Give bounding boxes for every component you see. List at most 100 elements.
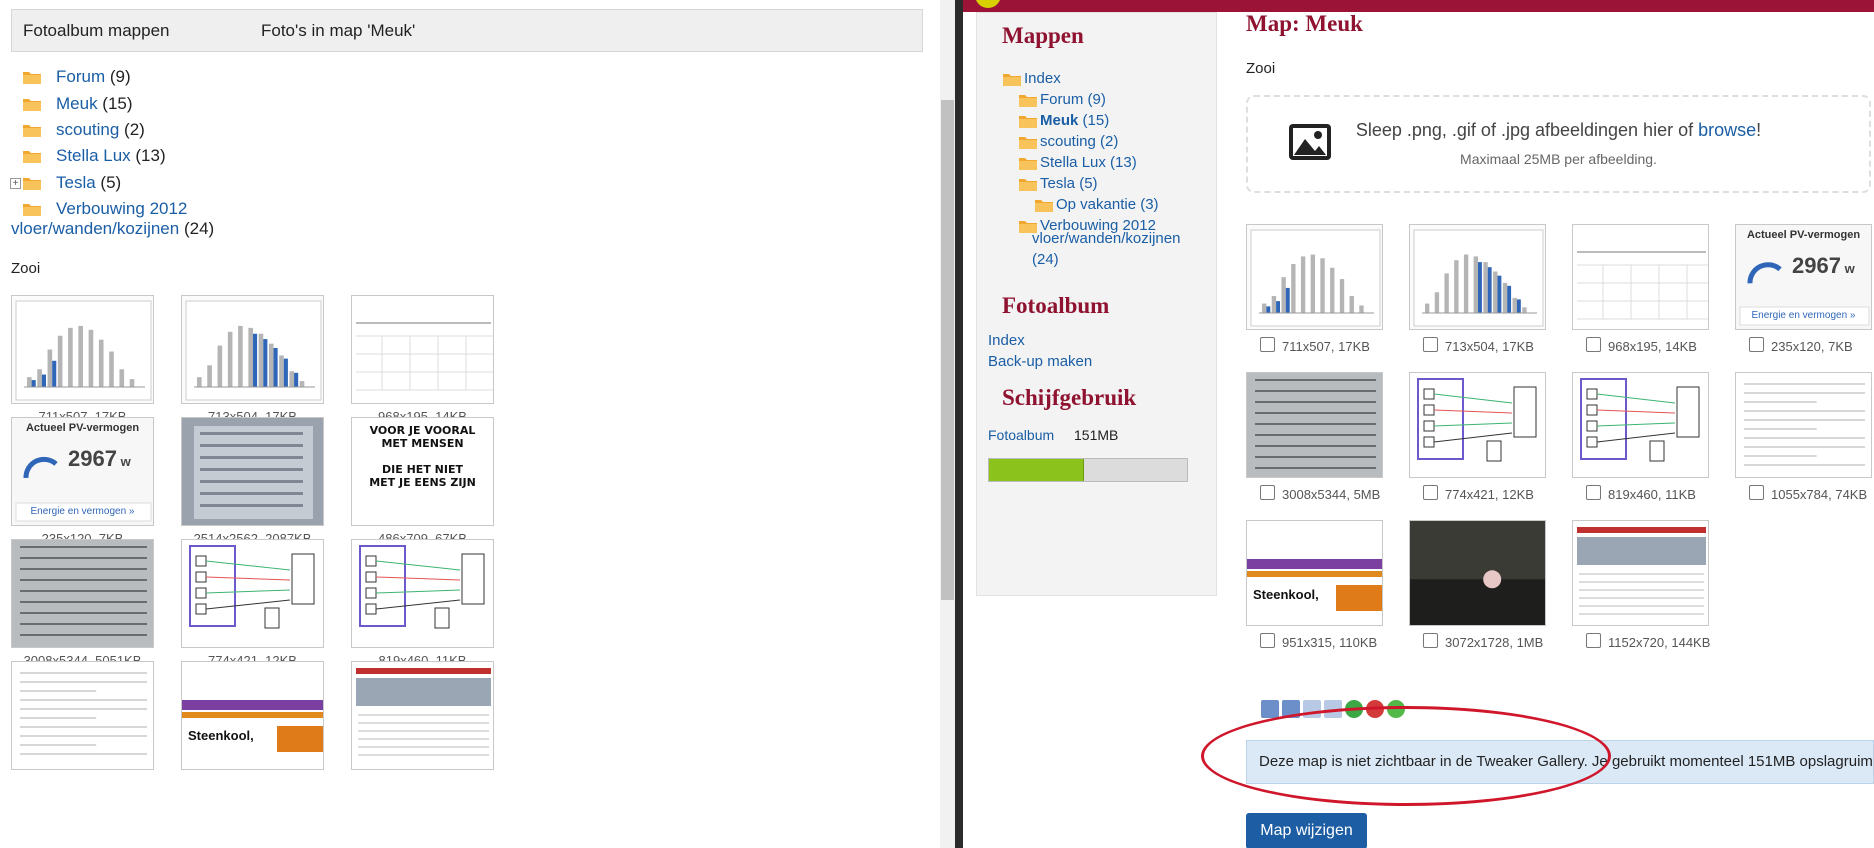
photo-select-checkbox[interactable] xyxy=(1260,485,1275,500)
left-header: Fotoalbum mappen Foto's in map 'Meuk' xyxy=(11,9,923,52)
sidebar-item-index[interactable]: Index xyxy=(1024,70,1061,87)
browse-link[interactable]: browse xyxy=(1698,120,1756,140)
folder-wrap-line[interactable]: vloer/wanden/kozijnen (24) xyxy=(11,219,214,241)
folder-icon xyxy=(1018,176,1038,197)
folder-link[interactable]: Verbouwing 2012 xyxy=(56,199,187,218)
folder-count: (2) xyxy=(119,120,145,139)
thumbnail-caption: 1055x784, 74KB xyxy=(1771,487,1868,502)
thumb-pv-title: Actueel PV-vermogen xyxy=(25,422,140,434)
sidebar-link-backup[interactable]: Back-up maken xyxy=(988,353,1092,370)
photo-thumbnail[interactable] xyxy=(1409,372,1546,478)
photo-thumbnail[interactable]: Actueel PV-vermogen 2967 w Energie en verm… xyxy=(1735,224,1872,330)
edit-folder-button[interactable]: Map wijzigen xyxy=(1246,813,1367,848)
scrollbar-thumb[interactable] xyxy=(941,100,954,600)
thumb-pv-link: Energie en vermogen » xyxy=(30,506,135,517)
photo-thumbnail[interactable] xyxy=(1246,372,1383,478)
usage-progress-bar xyxy=(988,458,1188,482)
photo-select-checkbox[interactable] xyxy=(1423,337,1438,352)
top-bar xyxy=(963,0,1874,12)
sidebar-item-tesla[interactable]: Tesla (5) xyxy=(1040,175,1098,192)
usage-progress-fill xyxy=(989,459,1085,481)
thumbnail-caption: 235x120, 7KB xyxy=(1771,339,1853,354)
thumbnail-image xyxy=(1573,225,1708,329)
photo-thumbnail[interactable] xyxy=(1572,520,1709,626)
photo-select-checkbox[interactable] xyxy=(1423,485,1438,500)
folder-icon xyxy=(1018,155,1038,176)
folder-icon xyxy=(22,122,42,143)
photo-thumbnail[interactable] xyxy=(1572,372,1709,478)
photo-thumbnail[interactable]: Steenkool, xyxy=(181,661,324,770)
folder-icon xyxy=(1034,197,1054,218)
photo-thumbnail[interactable] xyxy=(11,539,154,648)
album-description: Zooi xyxy=(11,260,41,277)
photo-select-checkbox[interactable] xyxy=(1260,633,1275,648)
photo-thumbnail[interactable] xyxy=(181,539,324,648)
folder-link[interactable]: Forum xyxy=(56,67,105,86)
folder-link[interactable]: Tesla xyxy=(56,173,96,192)
folder-wrap-count: (24) xyxy=(183,219,215,238)
photo-thumbnail[interactable] xyxy=(1246,224,1383,330)
thumbnail-image xyxy=(1410,225,1545,329)
photo-thumbnail[interactable] xyxy=(11,295,154,404)
rail-icon[interactable] xyxy=(1261,700,1279,718)
folder-link[interactable]: Stella Lux xyxy=(56,146,131,165)
photo-select-checkbox[interactable] xyxy=(1586,337,1601,352)
expand-toggle-icon[interactable]: + xyxy=(10,178,21,189)
thumb-pv-value: 2967 w xyxy=(68,446,131,471)
folder-link[interactable]: scouting xyxy=(56,120,119,139)
upload-dropzone[interactable]: Sleep .png, .gif of .jpg afbeeldingen hi… xyxy=(1246,95,1871,193)
thumbnail-image xyxy=(1247,521,1382,625)
thumbnail-caption: 1152x720, 144KB xyxy=(1608,635,1711,650)
thumbnail-caption: 3072x1728, 1MB xyxy=(1445,635,1544,650)
photo-select-checkbox[interactable] xyxy=(1749,337,1764,352)
sidebar-item-op-vakantie[interactable]: Op vakantie (3) xyxy=(1056,196,1159,213)
photo-thumbnail[interactable]: VOOR JE VOORAL MET MENSEN DIE HET NIET MET… xyxy=(351,417,494,526)
folder-icon xyxy=(22,96,42,117)
thumb-steenkool-text: Steenkool, xyxy=(1253,587,1319,602)
thumbnail-image xyxy=(352,296,493,403)
folder-icon xyxy=(1018,92,1038,113)
header-folders-label: Fotoalbum mappen xyxy=(23,21,170,40)
folder-wrap-link[interactable]: vloer/wanden/kozijnen xyxy=(11,219,179,238)
thumb-pv-title: Actueel PV-vermogen xyxy=(1746,229,1861,241)
sidebar-item-scouting[interactable]: scouting (2) xyxy=(1040,133,1118,150)
folder-count: (15) xyxy=(97,94,133,113)
photo-thumbnail[interactable] xyxy=(1572,224,1709,330)
left-pane: Fotoalbum mappen Foto's in map 'Meuk' Fo… xyxy=(0,0,955,848)
right-pane: Mappen Index Forum (9) Meuk (15) scouting (… xyxy=(963,0,1874,848)
photo-thumbnail[interactable] xyxy=(351,295,494,404)
photo-thumbnail[interactable] xyxy=(351,661,494,770)
sidebar-link-index[interactable]: Index xyxy=(988,332,1025,349)
photo-thumbnail[interactable] xyxy=(181,295,324,404)
thumbnail-caption: 951x315, 110KB xyxy=(1282,635,1378,650)
photo-thumbnail[interactable]: Actueel PV-vermogen 2967 w Energie en verm… xyxy=(11,417,154,526)
photo-select-checkbox[interactable] xyxy=(1260,337,1275,352)
sidebar-item-vloer-count[interactable]: (24) xyxy=(1032,251,1059,268)
photo-thumbnail[interactable] xyxy=(181,417,324,526)
thumbnail-caption: 713x504, 17KB xyxy=(1445,339,1534,354)
thumb-pv-link: Energie en vermogen » xyxy=(1751,310,1856,321)
photo-select-checkbox[interactable] xyxy=(1423,633,1438,648)
photo-thumbnail[interactable] xyxy=(1409,520,1546,626)
folder-count: (13) xyxy=(130,146,166,165)
sidebar-item-stella-lux[interactable]: Stella Lux (13) xyxy=(1040,154,1137,171)
thumbnail-image xyxy=(1247,373,1382,477)
thumbnail-image xyxy=(12,662,153,769)
photo-select-checkbox[interactable] xyxy=(1586,633,1601,648)
thumbnail-image xyxy=(1247,225,1382,329)
sidebar-item-vloer-wanden-kozijnen[interactable]: vloer/wanden/kozijnen xyxy=(1032,230,1180,247)
folder-link[interactable]: Meuk xyxy=(56,94,98,113)
page-title: Map: Meuk xyxy=(1246,11,1363,36)
sidebar-item-forum[interactable]: Forum (9) xyxy=(1040,91,1106,108)
photo-thumbnail[interactable] xyxy=(11,661,154,770)
photo-thumbnail[interactable]: Steenkool, xyxy=(1246,520,1383,626)
photo-select-checkbox[interactable] xyxy=(1749,485,1764,500)
thumbnail-image xyxy=(182,418,323,525)
photo-select-checkbox[interactable] xyxy=(1586,485,1601,500)
photo-thumbnail[interactable] xyxy=(1735,372,1872,478)
sidebar-item-meuk[interactable]: Meuk (15) xyxy=(1040,112,1109,129)
photo-thumbnail[interactable] xyxy=(1409,224,1546,330)
thumbnail-image xyxy=(352,540,493,647)
thumbnail-image xyxy=(1573,373,1708,477)
photo-thumbnail[interactable] xyxy=(351,539,494,648)
